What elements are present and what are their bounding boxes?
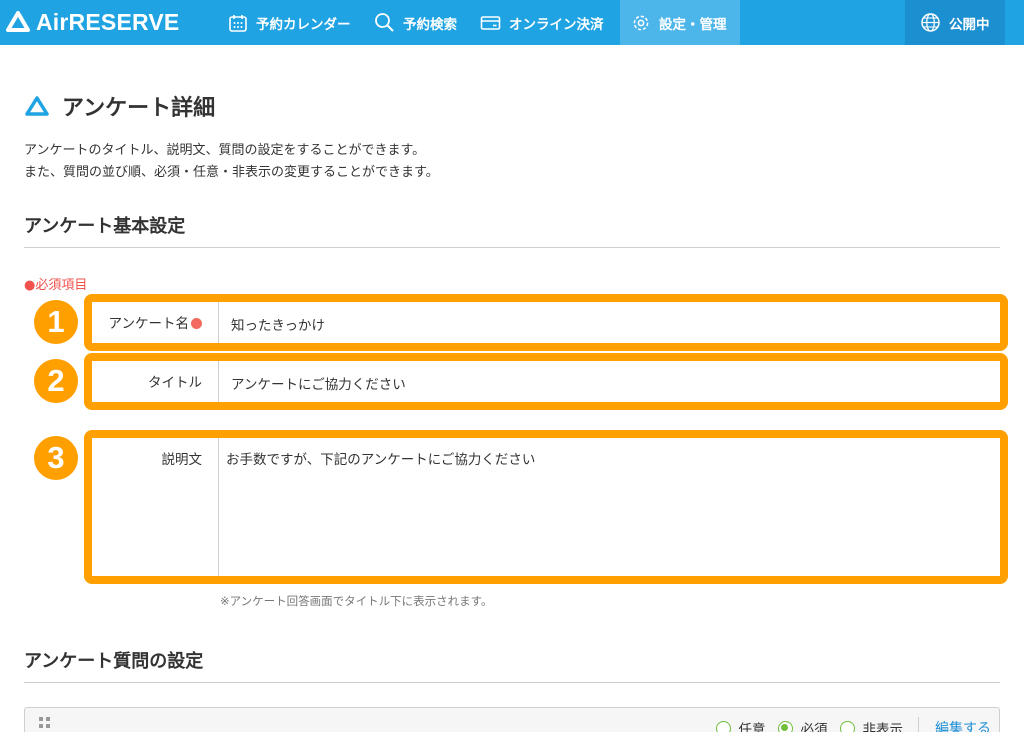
nav-reservation-calendar[interactable]: 予約カレンダー <box>228 0 351 45</box>
field-label: アンケート名 <box>92 302 219 343</box>
radio-circle <box>839 720 855 732</box>
field-row-title: タイトル アンケートにご協力ください <box>84 353 1008 410</box>
step-badge: 1 <box>34 300 78 344</box>
step-badge: 2 <box>34 359 78 403</box>
section-title-questions: アンケート質問の設定 <box>24 651 204 672</box>
required-note: ●必須項目 <box>24 278 88 293</box>
description-textarea[interactable]: お手数ですが、下記のアンケートにご協力ください <box>219 438 1000 576</box>
page-title-icon <box>25 96 49 116</box>
field-row-survey-name: アンケート名 知ったきっかけ <box>84 294 1008 351</box>
radio-label: 任意 <box>738 722 766 732</box>
page-title: アンケート詳細 <box>62 96 216 121</box>
drag-handle-icon[interactable] <box>39 717 50 728</box>
description-line: また、質問の並び順、必須・任意・非表示の変更することができます。 <box>24 165 439 180</box>
logo-icon <box>6 11 30 32</box>
nav-label: 設定・管理 <box>659 16 727 33</box>
radio-optional[interactable]: 任意 <box>715 718 766 732</box>
section-title-basic: アンケート基本設定 <box>24 216 186 237</box>
search-icon <box>375 13 394 32</box>
nav-label: 予約検索 <box>403 16 457 33</box>
nav-label: 予約カレンダー <box>256 16 351 33</box>
divider <box>24 682 1000 683</box>
divider <box>918 717 919 732</box>
edit-question-link[interactable]: 編集する <box>935 718 991 732</box>
radio-hidden[interactable]: 非表示 <box>839 718 904 732</box>
divider <box>24 247 1000 248</box>
description-hint: ※アンケート回答画面でタイトル下に表示されます。 <box>220 594 493 608</box>
globe-icon <box>921 13 940 32</box>
calendar-icon <box>229 14 247 32</box>
nav-online-payment[interactable]: オンライン決済 <box>480 0 604 45</box>
nav-reservation-search[interactable]: 予約検索 <box>374 0 457 45</box>
radio-circle-selected <box>777 720 793 732</box>
radio-label: 非表示 <box>862 722 904 732</box>
field-label: 説明文 <box>92 438 219 576</box>
page-description: アンケートのタイトル、説明文、質問の設定をすることができます。 また、質問の並び… <box>24 140 439 184</box>
publish-status-button[interactable]: 公開中 <box>905 0 1005 45</box>
card-icon <box>480 15 501 30</box>
required-icon <box>191 318 202 329</box>
field-label-text: アンケート名 <box>108 316 189 332</box>
field-label: タイトル <box>92 361 219 402</box>
radio-required[interactable]: 必須 <box>777 718 828 732</box>
page-header: アンケート詳細 <box>24 90 215 122</box>
title-input[interactable]: アンケートにご協力ください <box>219 361 1000 402</box>
radio-label: 必須 <box>800 722 828 732</box>
app-logo[interactable]: AirRESERVE <box>5 8 179 36</box>
survey-name-input[interactable]: 知ったきっかけ <box>219 302 1000 343</box>
public-status-label: 公開中 <box>949 16 990 33</box>
top-nav: AirRESERVE 予約カレンダー 予約検索 オンライン決済 設定・管理 公開… <box>0 0 1024 45</box>
field-row-description: 説明文 お手数ですが、下記のアンケートにご協力ください <box>84 430 1008 584</box>
nav-label: オンライン決済 <box>509 16 604 33</box>
radio-circle <box>715 720 731 732</box>
logo-text: AirRESERVE <box>36 8 180 35</box>
description-line: アンケートのタイトル、説明文、質問の設定をすることができます。 <box>24 143 426 158</box>
gear-icon <box>633 15 649 30</box>
question-card: 任意 必須 非表示 編集する <box>24 707 1000 732</box>
requirement-radio-group: 任意 必須 非表示 <box>704 718 904 732</box>
step-badge: 3 <box>34 436 78 480</box>
nav-settings[interactable]: 設定・管理 <box>620 0 740 45</box>
